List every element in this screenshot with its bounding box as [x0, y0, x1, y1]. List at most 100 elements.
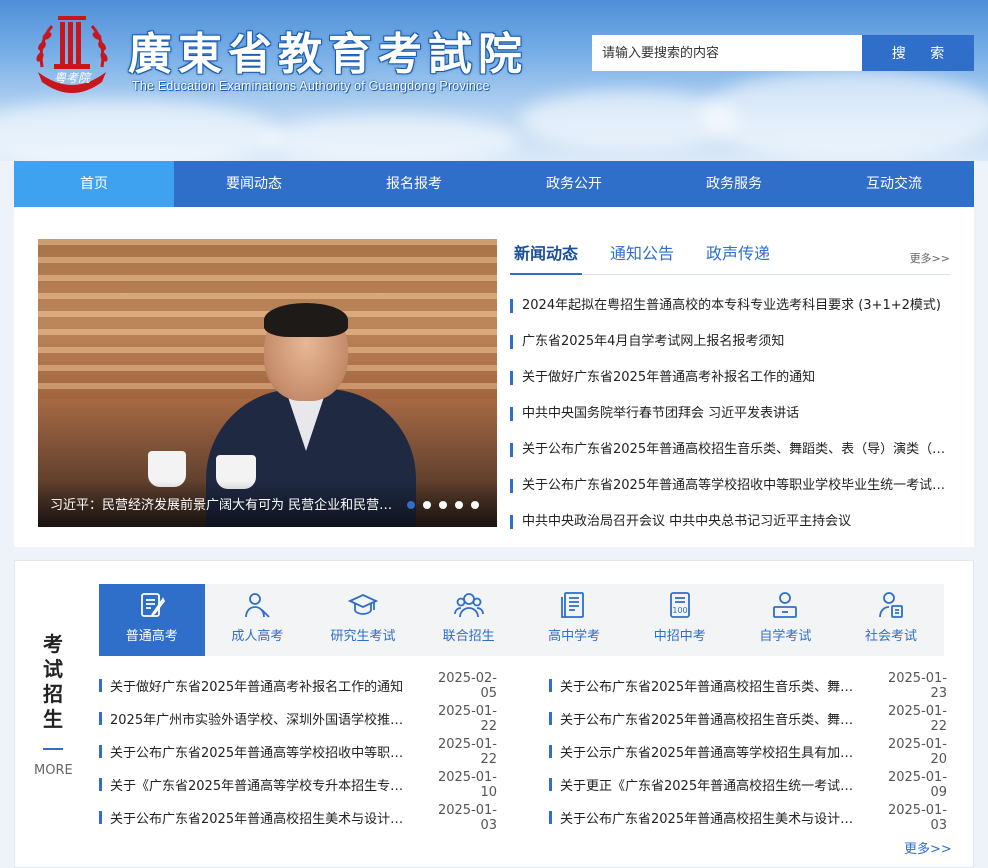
adult-student-icon [245, 593, 271, 618]
list-item[interactable]: 关于公布广东省2025年普通高校招生美术与设计类专业统考合格线的通知 2025-0… [549, 801, 947, 834]
list-item[interactable]: 关于公示广东省2025年普通高等学校招生具有加分资格考生名单的通知 2025-01… [549, 735, 947, 768]
list-item[interactable]: 关于做好广东省2025年普通高考补报名工作的通知 2025-02-05 [99, 669, 497, 702]
tab-graduate-exam[interactable]: 研究生考试 [310, 584, 416, 656]
cloud-decoration [700, 70, 988, 160]
tab-label: 普通高考 [125, 629, 178, 644]
item-date: 2025-01-09 [887, 769, 947, 800]
list-item[interactable]: 2024年起拟在粤招生普通高校的本专科专业选考科目要求 (3+1+2模式) [510, 288, 950, 324]
item-date: 2025-01-22 [437, 703, 497, 734]
carousel-dot[interactable] [455, 501, 463, 509]
item-date: 2025-01-22 [437, 736, 497, 767]
exam-section-title-char: 考 [43, 632, 63, 656]
item-title: 关于公示广东省2025年普通高等学校招生具有加分资格考生名单的通知 [560, 746, 875, 761]
tab-self-study-exam[interactable]: 自学考试 [733, 584, 839, 656]
tab-policy[interactable]: 政声传递 [702, 235, 774, 275]
list-item[interactable]: 中共中央政治局召开会议 中共中央总书记习近平主持会议 [510, 504, 950, 540]
tab-label: 联合招生 [442, 629, 495, 644]
exam-list-left: 关于做好广东省2025年普通高考补报名工作的通知 2025-02-05 2025年… [99, 669, 497, 834]
exam-more-link[interactable]: 更多>> [904, 838, 952, 857]
item-date: 2025-01-10 [437, 769, 497, 800]
item-date: 2025-01-20 [887, 736, 947, 767]
list-item[interactable]: 中共中央国务院举行春节团拜会 习近平发表讲话 [510, 396, 950, 432]
news-panel: 新闻动态 通知公告 政声传递 更多>> 2024年起拟在粤招生普通高校的本专科专… [510, 235, 950, 540]
emblem-logo-icon[interactable]: 粤考院 [30, 12, 114, 102]
exam-list-right: 关于公布广东省2025年普通高校招生音乐类、舞蹈类专业统考成绩的通知 2025-0… [549, 669, 947, 834]
item-date: 2025-01-03 [437, 802, 497, 833]
carousel-dot[interactable] [407, 501, 415, 509]
item-title: 关于做好广东省2025年普通高考补报名工作的通知 [110, 680, 404, 695]
cloud-decoration [260, 115, 520, 161]
nav-item-home[interactable]: 首页 [14, 161, 174, 207]
item-title: 关于公布广东省2025年普通高校招生美术与设计类专业统考成绩的通知 [110, 812, 425, 827]
tab-joint-enrollment[interactable]: 联合招生 [416, 584, 522, 656]
list-item[interactable]: 关于公布广东省2025年普通高等学校招收中等职业学校毕业生统一考试考生成绩的通知 [510, 468, 950, 504]
list-item[interactable]: 关于《广东省2025年普通高等学校专升本招生专业目录》的通知 2025-01-10 [99, 768, 497, 801]
tab-label: 高中学考 [548, 629, 601, 644]
group-users-icon [453, 593, 484, 618]
site-title[interactable]: 廣東省教育考試院 [128, 18, 528, 82]
nav-item-services[interactable]: 政务服务 [654, 161, 814, 207]
tab-label: 社会考试 [864, 629, 917, 644]
carousel-dot[interactable] [471, 501, 479, 509]
nav-item-news[interactable]: 要闻动态 [174, 161, 334, 207]
news-carousel[interactable]: 习近平：民营经济发展前景广阔大有可为 民营企业和民营企业家大显身手正当其时 [38, 239, 497, 527]
tab-gaokao[interactable]: 普通高考 [99, 584, 205, 656]
item-title: 关于公布广东省2025年普通高校招生美术与设计类专业统考合格线的通知 [560, 812, 875, 827]
list-item[interactable]: 关于公布广东省2025年普通高校招生音乐类、舞蹈类专业统考成绩的通知 2025-0… [549, 669, 947, 702]
carousel-caption[interactable]: 习近平：民营经济发展前景广阔大有可为 民营企业和民营企业家大显身手正当其时 [50, 494, 400, 513]
search-input[interactable] [592, 35, 862, 71]
divider [43, 748, 63, 750]
item-date: 2025-01-23 [887, 670, 947, 701]
item-title: 关于《广东省2025年普通高等学校专升本招生专业目录》的通知 [110, 779, 425, 794]
carousel-dots [407, 501, 479, 509]
news-list: 2024年起拟在粤招生普通高校的本专科专业选考科目要求 (3+1+2模式) 广东… [510, 288, 950, 540]
exam-section-title: 考 试 招 生 [40, 632, 66, 732]
item-date: 2025-02-05 [437, 670, 497, 701]
document-icon [561, 592, 585, 618]
self-study-icon [773, 592, 798, 618]
list-item[interactable]: 关于公布广东省2025年普通高等学校招收中等职业学校毕业生统一考试成绩的通知 20… [99, 735, 497, 768]
exam-section-more-link[interactable]: MORE [34, 763, 73, 778]
item-title: 关于更正《广东省2025年普通高校招生统一考试体育类专业术科考试安排》的通知 [560, 779, 875, 794]
carousel-dot[interactable] [423, 501, 431, 509]
graduation-cap-icon [347, 594, 378, 615]
search-button[interactable]: 搜 索 [862, 35, 974, 71]
site-header: 粤考院 廣東省教育考試院 The Education Examinations … [0, 0, 988, 161]
carousel-dot[interactable] [439, 501, 447, 509]
tab-notices[interactable]: 通知公告 [606, 235, 678, 275]
nav-item-registration[interactable]: 报名报考 [334, 161, 494, 207]
cloud-decoration [0, 100, 280, 161]
tab-zhongkao[interactable]: 100 中招中考 [627, 584, 733, 656]
exam-section-title-char: 招 [43, 682, 63, 706]
exam-section-title-char: 生 [43, 707, 63, 731]
item-title: 关于公布广东省2025年普通高校招生音乐类、舞蹈类专业统考成绩的通知 [560, 680, 875, 695]
list-item[interactable]: 广东省2025年4月自学考试网上报名报考须知 [510, 324, 950, 360]
item-title: 2025年广州市实验外语学校、深圳外国语学校推荐保送生工作的通知 [110, 713, 425, 728]
tab-news[interactable]: 新闻动态 [510, 235, 583, 275]
news-tabs: 新闻动态 通知公告 政声传递 更多>> [510, 235, 950, 275]
news-more-link[interactable]: 更多>> [910, 250, 950, 266]
emblem-text: 粤考院 [54, 71, 92, 85]
score-sheet-icon: 100 [669, 592, 690, 618]
tab-label: 成人高考 [231, 629, 284, 644]
svg-text:100: 100 [672, 606, 687, 615]
tab-high-school-exam[interactable]: 高中学考 [521, 584, 627, 656]
exam-category-tabs: 普通高考 成人高考 研究生考试 联合招生 高中学考 100 中招中考 自学考试 [99, 584, 944, 656]
item-date: 2025-01-03 [887, 802, 947, 833]
tab-adult-exam[interactable]: 成人高考 [205, 584, 311, 656]
list-item[interactable]: 关于公布广东省2025年普通高校招生音乐类、舞蹈类、表（导）演类（戏剧影视表演方… [510, 432, 950, 468]
exam-taker-icon [879, 592, 903, 618]
item-date: 2025-01-22 [887, 703, 947, 734]
nav-item-interaction[interactable]: 互动交流 [814, 161, 974, 207]
list-item[interactable]: 关于更正《广东省2025年普通高校招生统一考试体育类专业术科考试安排》的通知 20… [549, 768, 947, 801]
list-item[interactable]: 关于公布广东省2025年普通高校招生音乐类、舞蹈类专业统考合格线的通知 2025-… [549, 702, 947, 735]
list-item[interactable]: 关于公布广东省2025年普通高校招生美术与设计类专业统考成绩的通知 2025-01… [99, 801, 497, 834]
list-item[interactable]: 关于做好广东省2025年普通高考补报名工作的通知 [510, 360, 950, 396]
tab-label: 研究生考试 [330, 629, 396, 644]
carousel-photo-detail [264, 303, 348, 337]
tab-social-exam[interactable]: 社会考试 [838, 584, 944, 656]
tab-label: 自学考试 [759, 629, 812, 644]
item-title: 关于公布广东省2025年普通高校招生音乐类、舞蹈类专业统考合格线的通知 [560, 713, 875, 728]
nav-item-government-affairs[interactable]: 政务公开 [494, 161, 654, 207]
list-item[interactable]: 2025年广州市实验外语学校、深圳外国语学校推荐保送生工作的通知 2025-01-… [99, 702, 497, 735]
